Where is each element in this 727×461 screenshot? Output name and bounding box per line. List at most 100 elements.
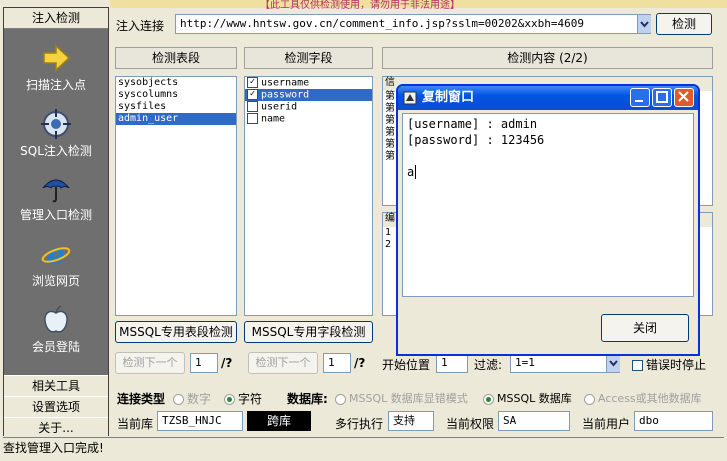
fields-list[interactable]: ✓ username ✓ password userid name bbox=[244, 76, 373, 316]
field-next-button[interactable]: 检测下一个 bbox=[248, 352, 318, 374]
top-banner-strip: 【此工具仅供检测使用，请勿用于非法用途】 bbox=[110, 0, 727, 11]
dialog-line: [username] : admin bbox=[407, 117, 538, 131]
checkbox[interactable] bbox=[247, 113, 258, 124]
maximize-button[interactable] bbox=[652, 88, 672, 107]
conn-type-number[interactable]: 数字 bbox=[173, 390, 211, 407]
top-banner-text: 【此工具仅供检测使用，请勿用于非法用途】 bbox=[260, 0, 460, 11]
current-db-label: 当前库 bbox=[117, 417, 154, 431]
sidebar-item-label: 会员登陆 bbox=[31, 340, 80, 354]
field-name: password bbox=[261, 89, 310, 101]
radio-label: 数字 bbox=[187, 392, 212, 406]
current-user-label: 当前用户 bbox=[582, 417, 631, 431]
fields-panel-header[interactable]: 检测字段 bbox=[244, 47, 373, 69]
sidebar-related-tools[interactable]: 相关工具 bbox=[4, 375, 108, 397]
current-db-field[interactable]: TZSB_HNJC bbox=[157, 411, 243, 431]
multi-exec-label: 多行执行 bbox=[335, 417, 384, 431]
close-icon bbox=[678, 91, 689, 102]
status-text: 查找管理入口完成! bbox=[3, 441, 104, 455]
list-item-selected[interactable]: admin_user bbox=[116, 113, 236, 125]
radio-label: Access或其他数据库 bbox=[598, 392, 702, 405]
url-dropdown-arrow[interactable] bbox=[637, 15, 651, 33]
radio[interactable] bbox=[584, 393, 595, 405]
close-window-button[interactable] bbox=[674, 88, 694, 107]
status-bar: 查找管理入口完成! bbox=[3, 437, 724, 458]
conn-type-label: 连接类型 bbox=[117, 392, 166, 406]
sidebar: 注入检测 扫描注入点 SQL注入检测 管理入口检测 e 浏览网页 会员登陆 相关… bbox=[3, 7, 109, 439]
field-item-name[interactable]: name bbox=[245, 113, 372, 125]
mssql-field-detect-button[interactable]: MSSQL专用字段检测 bbox=[244, 321, 373, 343]
current-user-field[interactable]: dbo bbox=[634, 411, 713, 431]
stop-on-error-checkbox[interactable]: 错误时停止 bbox=[632, 356, 706, 373]
crosshair-icon bbox=[41, 109, 71, 139]
list-item[interactable]: syscolumns bbox=[116, 89, 236, 101]
apple-icon bbox=[44, 305, 68, 333]
dialog-line-text: a bbox=[407, 165, 415, 179]
field-index-suffix: /? bbox=[354, 356, 366, 370]
sidebar-about[interactable]: 关于... bbox=[4, 417, 108, 439]
app-icon bbox=[403, 91, 417, 105]
minimize-icon bbox=[635, 100, 643, 102]
url-label: 注入连接 bbox=[116, 19, 165, 33]
field-item-userid[interactable]: userid bbox=[245, 101, 372, 113]
chevron-down-icon bbox=[609, 360, 618, 367]
multi-exec-field[interactable]: 支持 bbox=[388, 411, 434, 431]
radio-selected[interactable] bbox=[224, 394, 235, 405]
privilege-field[interactable]: SA bbox=[498, 411, 570, 431]
db-mssql-error-mode[interactable]: MSSQL 数据库显错模式 bbox=[335, 390, 468, 406]
sidebar-item-sql-injection[interactable]: SQL注入检测 bbox=[4, 104, 108, 168]
dialog-text-area[interactable]: [username] : admin [password] : 123456 a bbox=[402, 113, 694, 297]
stop-on-error-label: 错误时停止 bbox=[646, 358, 707, 372]
table-next-button[interactable]: 检测下一个 bbox=[115, 352, 185, 374]
start-position-label: 开始位置 bbox=[382, 358, 431, 372]
content-panel-header[interactable]: 检测内容 (2/2) bbox=[382, 47, 713, 69]
url-input[interactable]: http://www.hntsw.gov.cn/comment_info.jsp… bbox=[175, 14, 651, 34]
dialog-close-button[interactable]: 关闭 bbox=[601, 314, 689, 342]
dialog-title-bar[interactable]: 复制窗口 bbox=[398, 86, 698, 110]
sidebar-header[interactable]: 注入检测 bbox=[4, 8, 108, 29]
radio-label: 字符 bbox=[238, 392, 263, 406]
checkbox-checked[interactable]: ✓ bbox=[247, 89, 258, 100]
checkbox-checked[interactable]: ✓ bbox=[247, 77, 258, 88]
filter-label: 过滤: bbox=[474, 358, 503, 372]
list-item[interactable]: sysobjects bbox=[116, 77, 236, 89]
minimize-button[interactable] bbox=[630, 88, 650, 107]
chevron-down-icon bbox=[640, 21, 649, 28]
sidebar-item-member-login[interactable]: 会员登陆 bbox=[4, 300, 108, 364]
table-index-input[interactable]: 1 bbox=[190, 353, 218, 373]
text-cursor bbox=[415, 165, 417, 179]
cross-db-button[interactable]: 跨库 bbox=[247, 411, 311, 431]
start-position-input[interactable]: 1 bbox=[436, 353, 468, 373]
mssql-table-detect-button[interactable]: MSSQL专用表段检测 bbox=[115, 321, 237, 343]
filter-value: 1=1 bbox=[515, 356, 535, 369]
filter-dropdown-arrow[interactable] bbox=[606, 354, 620, 372]
copy-dialog: 复制窗口 [username] : admin [password] : 123… bbox=[396, 84, 700, 356]
db-access-other[interactable]: Access或其他数据库 bbox=[584, 390, 702, 406]
radio-label: MSSQL 数据库 bbox=[497, 392, 572, 405]
checkbox[interactable] bbox=[632, 360, 643, 371]
dialog-title: 复制窗口 bbox=[422, 90, 475, 105]
radio[interactable] bbox=[335, 393, 346, 405]
sidebar-item-label: 扫描注入点 bbox=[25, 78, 86, 92]
tables-list[interactable]: sysobjects syscolumns sysfiles admin_use… bbox=[115, 76, 237, 316]
list-item[interactable]: sysfiles bbox=[116, 101, 236, 113]
detect-button[interactable]: 检测 bbox=[656, 13, 712, 35]
checkbox[interactable] bbox=[247, 101, 258, 112]
sidebar-item-admin-entry[interactable]: 管理入口检测 bbox=[4, 168, 108, 232]
filter-select[interactable]: 1=1 bbox=[510, 353, 620, 373]
field-index-input[interactable]: 1 bbox=[323, 353, 351, 373]
tables-panel-header[interactable]: 检测表段 bbox=[115, 47, 237, 69]
field-name: userid bbox=[261, 101, 298, 113]
dialog-line: [password] : 123456 bbox=[407, 133, 545, 147]
sidebar-item-browse[interactable]: e 浏览网页 bbox=[4, 234, 108, 298]
conn-type-string[interactable]: 字符 bbox=[224, 390, 262, 407]
svg-text:e: e bbox=[47, 238, 65, 270]
field-item-username[interactable]: ✓ username bbox=[245, 77, 372, 89]
sidebar-settings[interactable]: 设置选项 bbox=[4, 396, 108, 418]
radio-selected[interactable] bbox=[483, 393, 494, 405]
field-item-password[interactable]: ✓ password bbox=[245, 89, 372, 101]
db-mssql[interactable]: MSSQL 数据库 bbox=[483, 390, 572, 406]
sidebar-item-scan-injection[interactable]: 扫描注入点 bbox=[4, 38, 108, 102]
privilege-label: 当前权限 bbox=[446, 417, 495, 431]
radio[interactable] bbox=[173, 394, 184, 405]
sidebar-item-label: 管理入口检测 bbox=[19, 208, 92, 222]
